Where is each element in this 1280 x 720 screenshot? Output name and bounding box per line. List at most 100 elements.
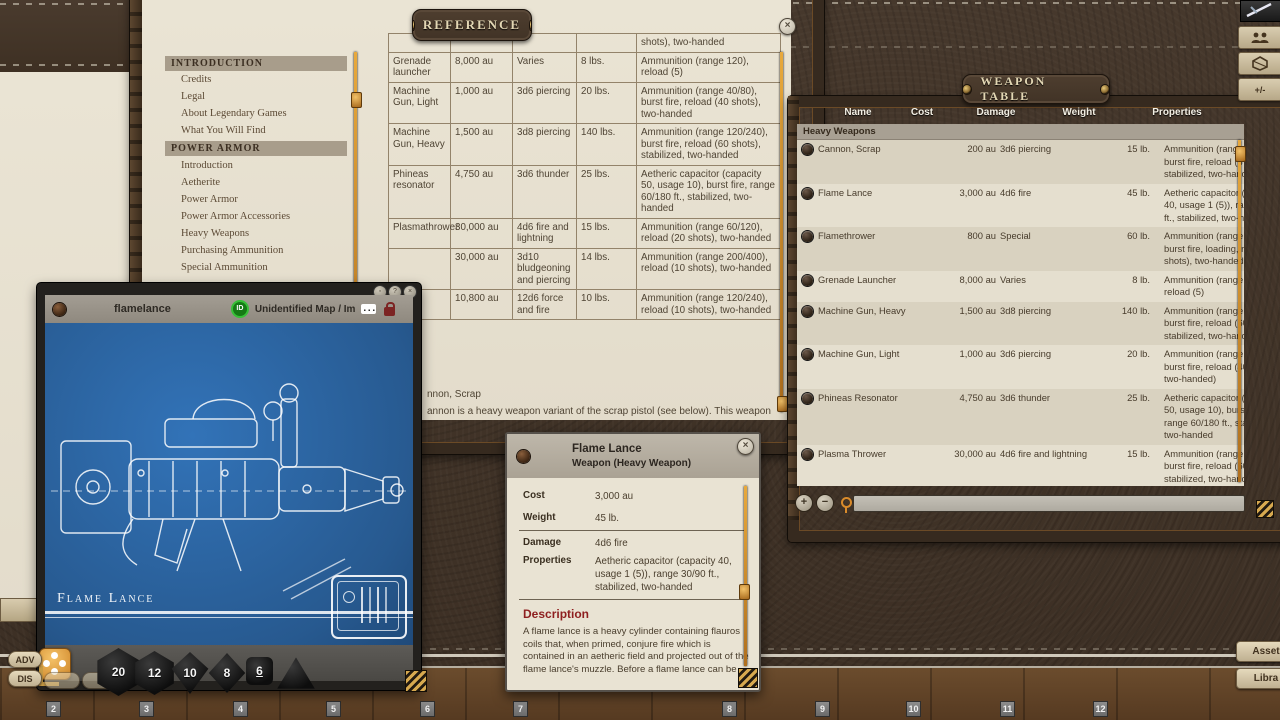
weapon-row[interactable]: Phineas Resonator4,750 au3d6 thunder25 l… [797, 389, 1244, 445]
image-window-title: flamelance [114, 303, 171, 315]
weapon-cost: 4,750 au [930, 392, 1000, 405]
weapon-row[interactable]: Plasma Thrower30,000 au4d6 fire and ligh… [797, 445, 1244, 487]
modifier-button[interactable] [44, 672, 80, 689]
popup-scrollbar[interactable] [744, 486, 747, 666]
disadvantage-button[interactable]: DIS [8, 670, 42, 687]
reference-title-plate[interactable]: REFERENCE [412, 9, 532, 41]
link-bullet-icon[interactable] [802, 449, 813, 460]
nav-item-about-legendary-games[interactable]: About Legendary Games [181, 107, 351, 121]
dice-tower-button[interactable] [1238, 52, 1280, 75]
weapon-weight: 25 lb. [1108, 392, 1150, 405]
lock-icon[interactable] [384, 307, 395, 316]
weapon-row[interactable]: Grenade Launcher8,000 auVaries8 lb.Ammun… [797, 271, 1244, 302]
hotkey-slot[interactable]: 12 [1093, 701, 1108, 717]
advantage-button[interactable]: ADV [8, 651, 42, 668]
hotkey-slot[interactable]: 6 [420, 701, 435, 717]
image-window-resize-grip[interactable] [405, 670, 427, 692]
column-header-properties: Properties [1137, 107, 1217, 118]
pointer-tool-button[interactable] [1240, 0, 1280, 22]
hotkey-slot[interactable]: 7 [513, 701, 528, 717]
characters-button[interactable] [1238, 26, 1280, 49]
popup-titlebar[interactable]: Flame Lance Weapon (Heavy Weapon) [507, 434, 759, 478]
blueprint-caption: Flame Lance [57, 591, 154, 607]
edit-list-button[interactable]: − [816, 494, 834, 512]
weapon-table-scrollbar-thumb[interactable] [1235, 146, 1246, 162]
weapon-table-title-plate[interactable]: WEAPON TABLE [962, 74, 1110, 104]
weapon-weight: 140 lb. [1108, 305, 1150, 318]
hotkey-slot[interactable]: 5 [326, 701, 341, 717]
weapon-table-resize-grip[interactable] [1256, 500, 1274, 518]
link-bullet-icon[interactable] [802, 188, 813, 199]
reference-content-scrollbar-thumb[interactable] [777, 396, 788, 412]
cell-damage: 3d10 bludgeoning and piercing [513, 248, 577, 290]
cell-props: Aetheric capacitor (capacity 50, usage 1… [637, 165, 781, 218]
weapon-row[interactable]: Machine Gun, Light1,000 au3d6 piercing20… [797, 345, 1244, 389]
hotkey-slot[interactable]: 2 [46, 701, 61, 717]
hotkey-slot[interactable]: 10 [906, 701, 921, 717]
nav-item-special-ammunition[interactable]: Special Ammunition [181, 261, 351, 275]
nav-item-purchasing-ammunition[interactable]: Purchasing Ammunition [181, 244, 351, 258]
link-bullet-icon[interactable] [802, 231, 813, 242]
assets-button[interactable]: Asset [1236, 641, 1280, 662]
weapon-properties: Ammunition (range 40/80), burst fire, re… [1164, 348, 1244, 386]
pointer-tool-icon [1241, 1, 1279, 19]
cell-name: Machine Gun, Light [389, 82, 451, 124]
weapon-row[interactable]: Flamethrower800 auSpecial60 lb.Ammunitio… [797, 227, 1244, 271]
nav-scrollbar-thumb[interactable] [351, 92, 362, 108]
people-icon [1249, 31, 1271, 44]
weapon-row[interactable]: Machine Gun, Heavy1,500 au3d8 piercing14… [797, 302, 1244, 346]
library-button[interactable]: Libra [1236, 668, 1280, 689]
cell-cost: 1,000 au [451, 82, 513, 124]
modifiers-button[interactable]: +/- [1238, 78, 1280, 101]
cell-cost: 30,000 au [451, 218, 513, 248]
section-header-heavy-weapons: Heavy Weapons [797, 124, 1244, 140]
hotkey-slot[interactable]: 3 [139, 701, 154, 717]
id-badge-icon[interactable]: ID [231, 300, 249, 318]
cell-name: Plasmathrower [389, 218, 451, 248]
nav-item-aetherite[interactable]: Aetherite [181, 176, 351, 190]
cell-weight: 8 lbs. [577, 52, 637, 82]
nav-item-legal[interactable]: Legal [181, 90, 351, 104]
nav-item-power-armor-accessories[interactable]: Power Armor Accessories [181, 210, 351, 224]
blueprint-image[interactable]: Flame Lance [45, 323, 413, 645]
hotkey-slot[interactable]: 8 [722, 701, 737, 717]
weapon-damage: Special [1000, 230, 1108, 243]
rivet-icon [517, 450, 530, 463]
weapon-damage: 4d6 fire [1000, 187, 1108, 200]
weapon-row[interactable]: Flame Lance3,000 au4d6 fire45 lb.Aetheri… [797, 184, 1244, 228]
nav-item-introduction[interactable]: Introduction [181, 159, 351, 173]
weapon-properties: Ammunition (range special), burst fire, … [1164, 230, 1244, 268]
nav-item-credits[interactable]: Credits [181, 73, 351, 87]
weapon-weight: 15 lb. [1108, 143, 1150, 156]
link-bullet-icon[interactable] [802, 275, 813, 286]
teeth-icon[interactable] [361, 304, 376, 314]
popup-scrollbar-thumb[interactable] [739, 584, 750, 600]
filter-input[interactable] [853, 495, 1245, 512]
hotkey-slot[interactable]: 9 [815, 701, 830, 717]
weapon-row[interactable]: Cannon, Scrap200 au3d6 piercing15 lb.Amm… [797, 140, 1244, 184]
image-window-titlebar[interactable]: flamelance ID Unidentified Map / Im [45, 295, 413, 323]
nav-item-what-you-will-find[interactable]: What You Will Find [181, 124, 351, 138]
nav-item-power-armor[interactable]: Power Armor [181, 193, 351, 207]
cell-cost: 8,000 au [451, 52, 513, 82]
weapon-weight: 20 lb. [1108, 348, 1150, 361]
link-bullet-icon[interactable] [802, 349, 813, 360]
cell-name: Machine Gun, Heavy [389, 124, 451, 166]
nav-item-heavy-weapons[interactable]: Heavy Weapons [181, 227, 351, 241]
weapon-table-scrollbar[interactable] [1238, 140, 1241, 482]
cell-damage: 3d6 piercing [513, 82, 577, 124]
add-item-button[interactable]: + [795, 494, 813, 512]
close-icon[interactable]: × [737, 438, 754, 455]
reference-content-scrollbar[interactable] [780, 52, 783, 412]
link-bullet-icon[interactable] [802, 306, 813, 317]
hotkey-slot[interactable]: 11 [1000, 701, 1015, 717]
weapon-name: Plasma Thrower [818, 448, 930, 461]
popup-resize-grip[interactable] [738, 668, 758, 688]
close-icon[interactable]: × [779, 18, 796, 35]
link-bullet-icon[interactable] [802, 393, 813, 404]
hotkey-slot[interactable]: 4 [233, 701, 248, 717]
weapon-name: Cannon, Scrap [818, 143, 930, 156]
d6-die[interactable]: 6 [246, 657, 273, 685]
link-bullet-icon[interactable] [802, 144, 813, 155]
description-text: A flame lance is a heavy cylinder contai… [523, 626, 749, 676]
